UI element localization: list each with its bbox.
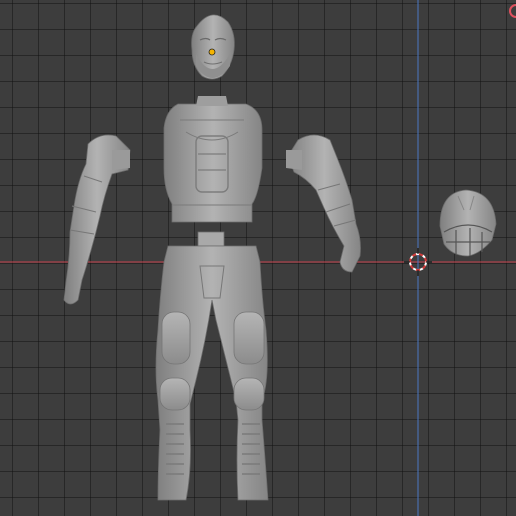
viewport-canvas[interactable] (0, 0, 516, 516)
football-helmet-object[interactable] (439, 189, 497, 257)
torso-object[interactable] (163, 96, 263, 223)
3d-viewport[interactable] (0, 0, 516, 516)
navigation-gizmo-x-icon[interactable] (509, 4, 516, 18)
right-arm-object[interactable] (286, 134, 361, 273)
pelvis-and-legs-object[interactable] (155, 231, 269, 501)
object-origin-dot (208, 48, 216, 56)
left-arm-object[interactable] (63, 134, 131, 305)
head-object[interactable] (191, 14, 235, 80)
